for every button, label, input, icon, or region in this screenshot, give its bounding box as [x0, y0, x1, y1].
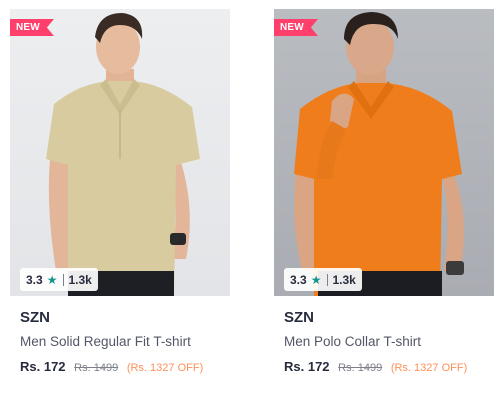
- product-card[interactable]: NEW 3.3 ★ 1.3k SZN Men Solid Regular Fit…: [10, 9, 230, 376]
- product-price: Rs. 172 Rs. 1499 (Rs. 1327 OFF): [284, 358, 494, 376]
- rating-value: 3.3: [26, 272, 43, 287]
- rating-count: 1.3k: [332, 272, 356, 287]
- product-card[interactable]: NEW 3.3 ★ 1.3k SZN Men Polo Collar T-shi…: [274, 9, 494, 376]
- product-info: SZN Men Solid Regular Fit T-shirt Rs. 17…: [10, 296, 230, 376]
- rating-value: 3.3: [290, 272, 307, 287]
- star-icon: ★: [46, 272, 58, 287]
- rating-chip: 3.3 ★ 1.3k: [20, 268, 98, 291]
- product-image[interactable]: NEW 3.3 ★ 1.3k: [10, 9, 230, 296]
- discount-label: (Rs. 1327 OFF): [390, 362, 468, 374]
- rating-chip: 3.3 ★ 1.3k: [284, 268, 362, 291]
- product-image[interactable]: NEW 3.3 ★ 1.3k: [274, 9, 494, 296]
- rating-divider: [327, 273, 329, 286]
- current-price: Rs. 172: [284, 359, 330, 374]
- product-price: Rs. 172 Rs. 1499 (Rs. 1327 OFF): [20, 358, 230, 376]
- product-name: Men Polo Collar T-shirt: [284, 334, 422, 349]
- star-icon: ★: [310, 272, 322, 287]
- product-name: Men Solid Regular Fit T-shirt: [20, 334, 191, 349]
- product-brand: SZN: [284, 309, 314, 326]
- original-price: Rs. 1499: [338, 362, 383, 374]
- model-photo: [46, 13, 200, 296]
- rating-divider: [63, 273, 65, 286]
- rating-count: 1.3k: [68, 272, 92, 287]
- product-brand: SZN: [20, 309, 50, 326]
- original-price: Rs. 1499: [74, 362, 119, 374]
- current-price: Rs. 172: [20, 359, 66, 374]
- product-info: SZN Men Polo Collar T-shirt Rs. 172 Rs. …: [274, 296, 494, 376]
- discount-label: (Rs. 1327 OFF): [126, 362, 204, 374]
- model-photo: [294, 12, 464, 296]
